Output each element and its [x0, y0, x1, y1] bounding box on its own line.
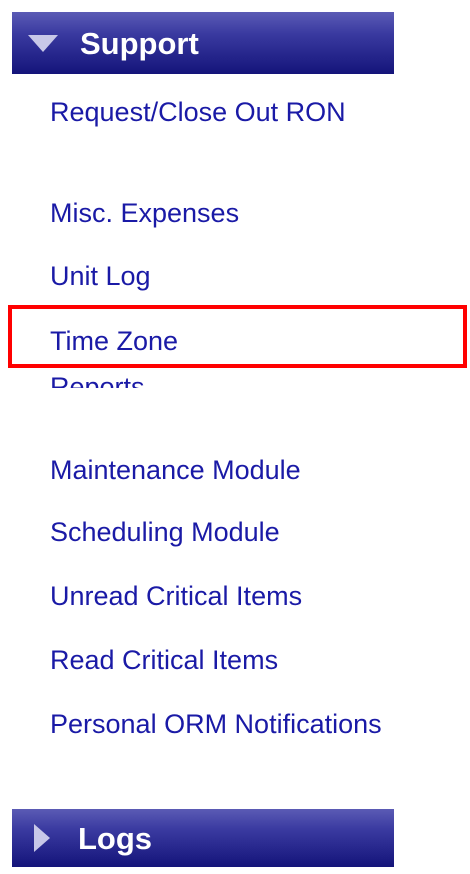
logs-section-label: Logs — [78, 820, 153, 856]
menu-item-reports[interactable]: Reports — [12, 374, 394, 388]
support-section-label: Support — [80, 25, 199, 61]
menu-item-personal-orm-notifications[interactable]: Personal ORM Notifications — [12, 706, 394, 742]
menu-item-unread-critical-items[interactable]: Unread Critical Items — [12, 578, 394, 614]
menu-item-request-close-out-ron[interactable]: Request/Close Out RON — [12, 94, 394, 130]
menu-item-scheduling-module[interactable]: Scheduling Module — [12, 514, 394, 550]
menu-item-read-critical-items[interactable]: Read Critical Items — [12, 642, 394, 678]
menu-item-maintenance-module[interactable]: Maintenance Module — [12, 452, 394, 488]
logs-section-header[interactable]: Logs — [12, 809, 394, 867]
triangle-down-icon — [28, 34, 58, 52]
support-section-header[interactable]: Support — [12, 12, 394, 74]
menu-item-time-zone[interactable]: Time Zone — [12, 323, 394, 359]
triangle-right-icon — [34, 824, 50, 852]
menu-item-unit-log[interactable]: Unit Log — [12, 258, 394, 294]
menu-item-misc-expenses[interactable]: Misc. Expenses — [12, 195, 394, 231]
